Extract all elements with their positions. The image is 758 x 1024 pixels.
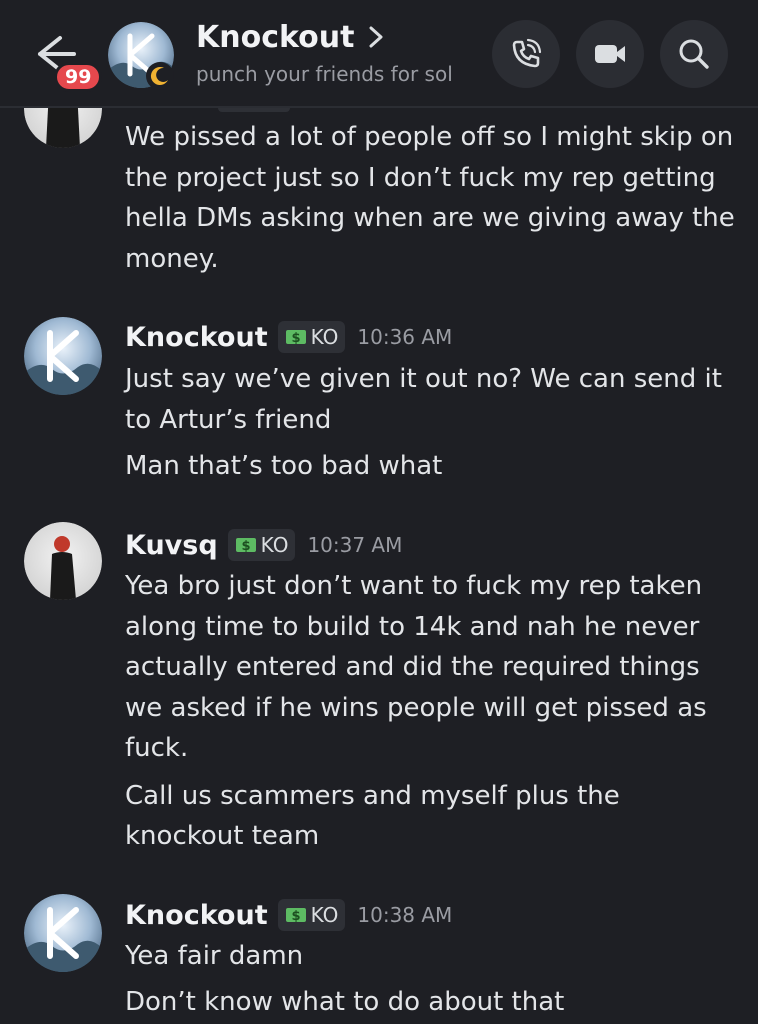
chevron-right-icon (369, 26, 383, 48)
role-tag-label: KO (260, 533, 289, 557)
message-line: the project just so I don’t fuck my rep … (125, 163, 716, 193)
avatar[interactable] (24, 108, 102, 148)
server-name[interactable]: Knockout (196, 20, 354, 55)
money-icon: $ (285, 330, 306, 346)
avatar[interactable] (24, 522, 102, 600)
message-list[interactable]: We pissed a lot of people off so I might… (0, 108, 758, 1024)
message-line: to Artur’s friend (125, 405, 332, 435)
server-title-row[interactable]: Knockout (196, 16, 384, 58)
svg-text:$: $ (291, 909, 300, 924)
message-line: Man that’s too bad what (125, 451, 443, 481)
video-camera-icon (595, 45, 625, 63)
role-tag[interactable]: $ KO (227, 529, 296, 561)
message-line: Yea fair damn (125, 941, 304, 971)
search-icon (679, 39, 709, 69)
author-name[interactable]: Kuvsq (125, 530, 218, 561)
role-tag-label: KO (310, 903, 339, 927)
message-line: actually entered and did the required th… (125, 652, 700, 682)
unread-count-badge: 99 (54, 62, 103, 92)
avatar[interactable] (24, 894, 102, 972)
channel-topic: punch your friends for sol (196, 62, 453, 86)
message-timestamp: 10:37 AM (307, 533, 403, 557)
money-icon: $ (235, 538, 256, 554)
message-line: knockout team (125, 821, 320, 851)
message-line: Just say we’ve given it out no? We can s… (125, 364, 722, 394)
message-line: we asked if he wins people will get piss… (125, 693, 707, 723)
channel-header: 99 Knockout punch your friends for sol (0, 0, 758, 108)
message-line: hella DMs asking when are we giving away… (125, 203, 735, 233)
message-timestamp: 10:38 AM (357, 903, 453, 927)
message-line: Call us scammers and myself plus the (125, 781, 620, 811)
message-line: along time to build to 14k and nah he ne… (125, 612, 700, 642)
money-icon: $ (285, 908, 306, 924)
message-header: Kuvsq $ KO 10:37 AM (125, 525, 402, 565)
message-header: Knockout $ KO 10:38 AM (125, 895, 452, 935)
message-line: Don’t know what to do about that (125, 987, 565, 1017)
message-line: We pissed a lot of people off so I might… (125, 122, 734, 152)
message-timestamp: 10:36 AM (357, 325, 453, 349)
video-call-button[interactable] (576, 20, 644, 88)
avatar[interactable] (24, 317, 102, 395)
message-line: Yea bro just don’t want to fuck my rep t… (125, 571, 703, 601)
svg-text:$: $ (291, 331, 300, 346)
role-tag[interactable]: $ KO (277, 899, 346, 931)
author-name[interactable]: Knockout (125, 322, 268, 353)
voice-call-button[interactable] (492, 20, 560, 88)
svg-text:$: $ (241, 539, 250, 554)
role-tag-partial (218, 108, 290, 112)
phone-icon (512, 38, 542, 68)
message-header: Knockout $ KO 10:36 AM (125, 317, 452, 357)
idle-status-indicator (146, 62, 174, 90)
message-line: fuck. (125, 733, 189, 763)
search-button[interactable] (660, 20, 728, 88)
role-tag[interactable]: $ KO (277, 321, 346, 353)
role-tag-label: KO (310, 325, 339, 349)
author-name[interactable]: Knockout (125, 900, 268, 931)
message-line: money. (125, 244, 219, 274)
idle-moon-icon (150, 67, 168, 86)
